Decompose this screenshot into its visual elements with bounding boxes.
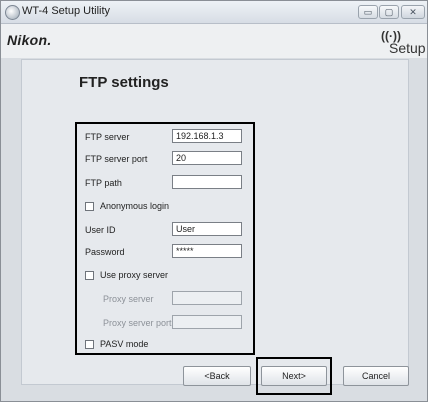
anonymous-login-checkbox[interactable] (85, 202, 94, 211)
maximize-icon: ▢ (384, 7, 394, 17)
close-button[interactable]: ✕ (401, 5, 425, 19)
app-icon (5, 5, 20, 20)
setup-window: WT-4 Setup Utility ▭ ▢ ✕ Nikon. ((·)) Se… (0, 0, 428, 402)
ftp-server-port-input[interactable]: 20 (172, 151, 242, 165)
cancel-button[interactable]: Cancel (343, 366, 409, 386)
page-title: FTP settings (79, 74, 169, 91)
title-bar: WT-4 Setup Utility ▭ ▢ ✕ (1, 1, 427, 24)
pasv-mode-checkbox[interactable] (85, 340, 94, 349)
maximize-button[interactable]: ▢ (379, 5, 399, 19)
proxy-server-port-label: Proxy server port (103, 318, 172, 328)
setup-logo-text: Setup (389, 40, 426, 56)
ftp-path-input[interactable] (172, 175, 242, 189)
setup-logo: ((·)) Setup (373, 27, 426, 57)
proxy-server-port-input[interactable] (172, 315, 242, 329)
window-title: WT-4 Setup Utility (22, 5, 111, 17)
minimize-button[interactable]: ▭ (358, 5, 378, 19)
ftp-server-input[interactable]: 192.168.1.3 (172, 129, 242, 143)
back-button[interactable]: <Back (183, 366, 251, 386)
pasv-mode-label: PASV mode (100, 339, 149, 349)
minimize-icon: ▭ (363, 7, 373, 17)
proxy-server-label: Proxy server (103, 294, 154, 304)
user-id-label: User ID (85, 225, 116, 235)
password-label: Password (85, 247, 125, 257)
next-button[interactable]: Next> (261, 366, 327, 386)
proxy-server-input[interactable] (172, 291, 242, 305)
ftp-server-label: FTP server (85, 132, 130, 142)
use-proxy-server-label: Use proxy server (100, 270, 169, 280)
ftp-server-port-label: FTP server port (85, 154, 148, 164)
user-id-input[interactable]: User (172, 222, 242, 236)
close-icon: ✕ (409, 7, 417, 17)
header-bar: Nikon. ((·)) Setup (1, 24, 427, 58)
password-input[interactable]: ***** (172, 244, 242, 258)
nikon-logo: Nikon. (7, 32, 52, 48)
anonymous-login-label: Anonymous login (100, 201, 170, 211)
use-proxy-server-checkbox[interactable] (85, 271, 94, 280)
ftp-path-label: FTP path (85, 178, 122, 188)
